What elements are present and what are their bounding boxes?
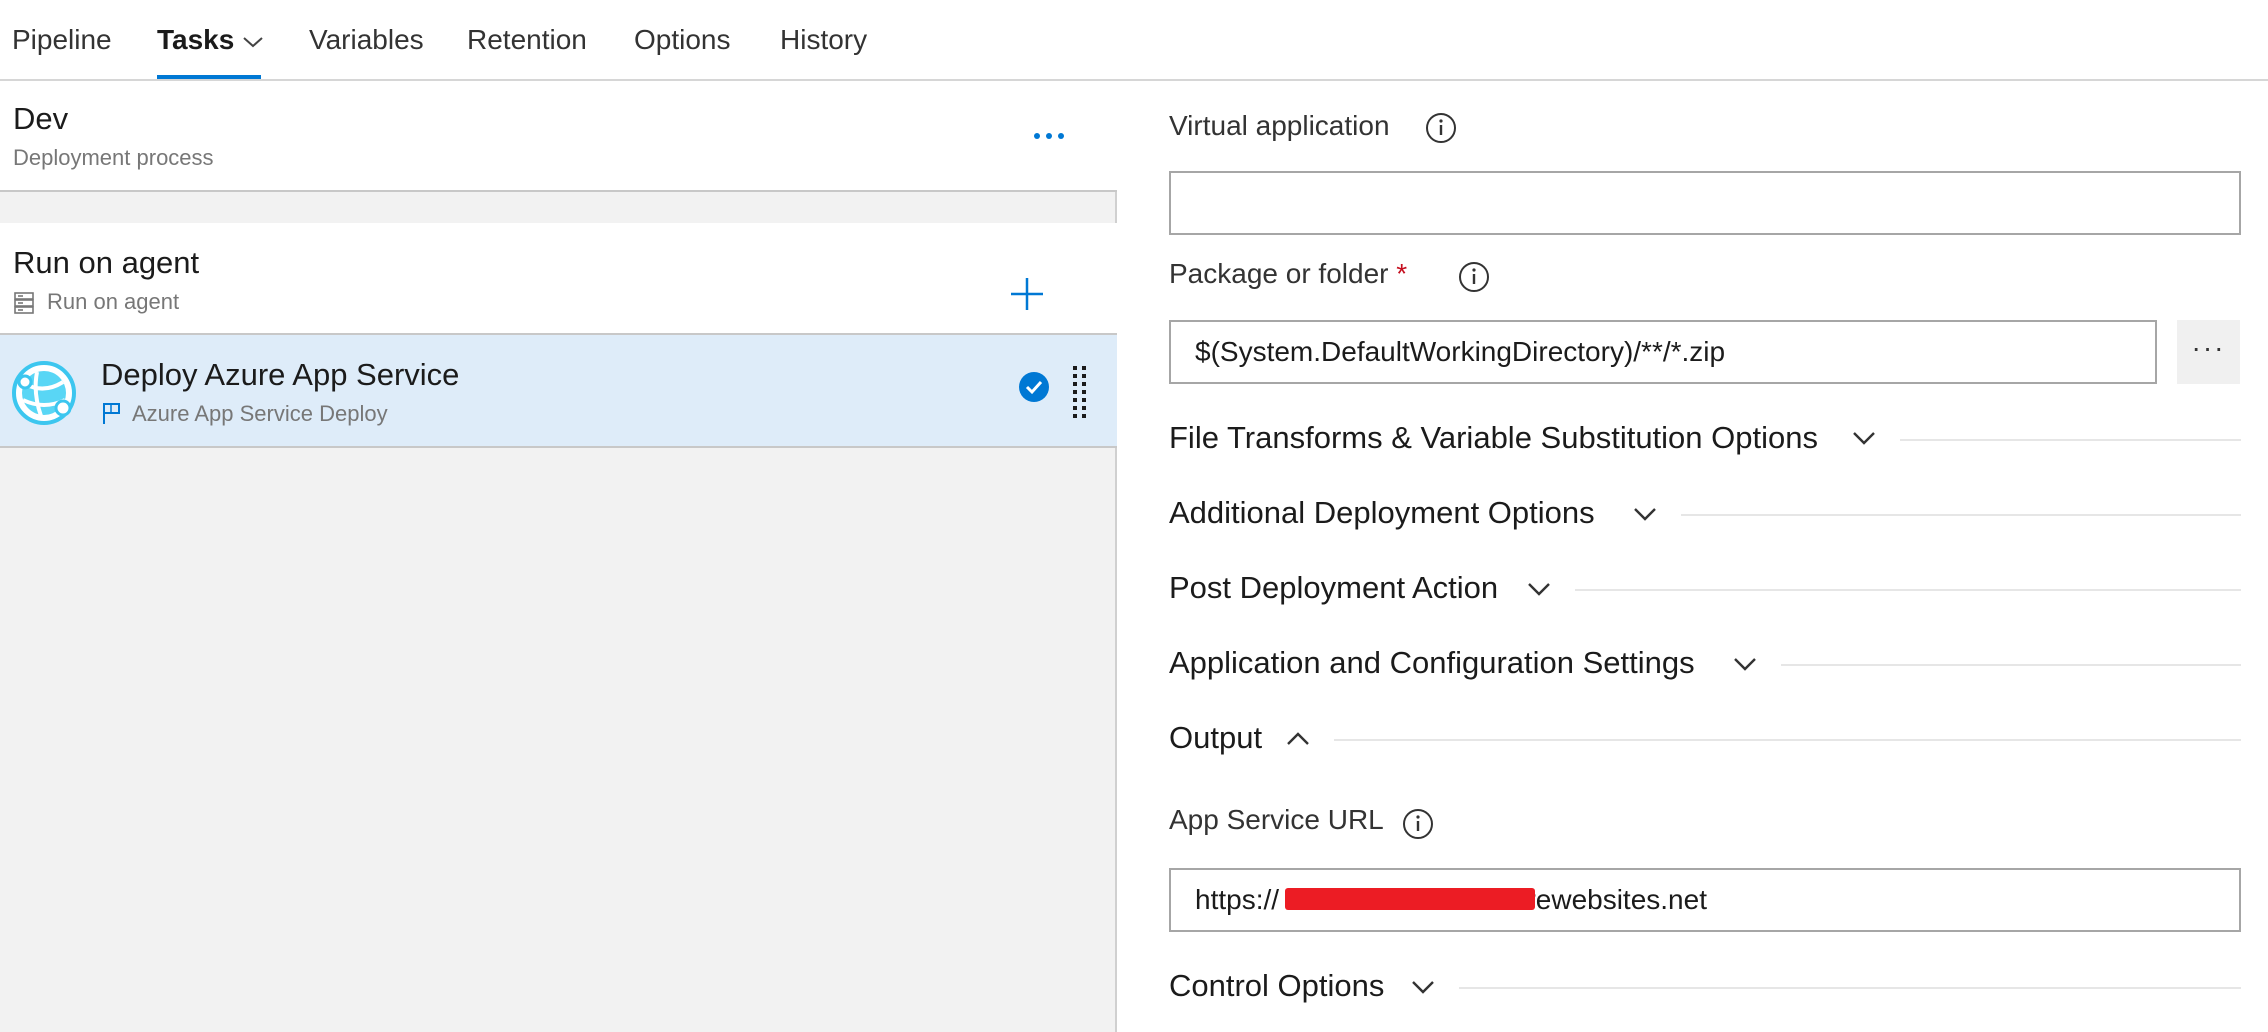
browse-button-label: ··· (2191, 332, 2226, 363)
section-divider (1681, 514, 2241, 516)
virtual-application-input[interactable] (1169, 171, 2241, 235)
info-icon[interactable] (1425, 112, 1457, 144)
top-navigation: Pipeline Tasks Variables Retention Optio… (0, 0, 2268, 81)
task-title: Deploy Azure App Service (101, 357, 460, 392)
tab-variables[interactable]: Variables (309, 22, 424, 58)
more-actions-icon[interactable] (1030, 126, 1070, 146)
chevron-down-icon[interactable] (1411, 979, 1435, 995)
phase-subtitle: Run on agent (47, 289, 180, 314)
task-subtitle: Azure App Service Deploy (132, 401, 388, 426)
agent-phase[interactable]: Run on agent Run on agent (0, 223, 1117, 335)
flag-icon (103, 403, 120, 424)
info-icon[interactable] (1458, 261, 1490, 293)
active-tab-indicator (157, 75, 261, 79)
section-divider (1900, 439, 2241, 441)
app-service-url-label: App Service URL (1169, 804, 1384, 835)
chevron-down-icon[interactable] (1852, 430, 1876, 446)
check-circle-icon (1019, 372, 1049, 402)
virtual-application-label: Virtual application (1169, 110, 1390, 141)
task-deploy-azure-app-service[interactable]: Deploy Azure App Service Azure App Servi… (0, 335, 1117, 448)
section-title: Additional Deployment Options (1169, 495, 1595, 530)
section-divider (1575, 589, 2241, 591)
chevron-down-icon[interactable] (1733, 656, 1757, 672)
tab-options[interactable]: Options (634, 22, 731, 58)
tab-tasks[interactable]: Tasks (157, 22, 264, 58)
section-title: Application and Configuration Settings (1169, 645, 1695, 680)
stage-title: Dev (13, 101, 69, 136)
azure-app-service-icon (12, 361, 76, 425)
package-folder-label-text: Package or folder (1169, 258, 1389, 289)
tab-retention[interactable]: Retention (467, 22, 587, 58)
tab-pipeline[interactable]: Pipeline (12, 22, 112, 58)
redaction-mark (1285, 888, 1535, 910)
package-folder-input[interactable]: $(System.DefaultWorkingDirectory)/**/*.z… (1169, 320, 2157, 384)
section-divider (1781, 664, 2241, 666)
drag-handle-icon[interactable] (1069, 364, 1091, 420)
tab-tasks-label: Tasks (157, 24, 235, 55)
section-title: Post Deployment Action (1169, 570, 1499, 605)
package-folder-label: Package or folder * (1169, 258, 1407, 290)
chevron-down-icon (243, 36, 263, 47)
browse-button[interactable]: ··· (2177, 320, 2240, 384)
required-marker: * (1396, 258, 1408, 289)
section-divider (1459, 987, 2241, 989)
chevron-down-icon[interactable] (1527, 581, 1551, 597)
section-divider (1334, 739, 2241, 741)
process-pane: Dev Deployment process Run on agent Run … (0, 81, 1117, 1032)
server-icon (14, 292, 34, 314)
section-title: File Transforms & Variable Substitution … (1169, 420, 1818, 455)
section-title: Output (1169, 720, 1263, 755)
info-icon[interactable] (1402, 808, 1434, 840)
chevron-down-icon[interactable] (1633, 506, 1657, 522)
stage-subtitle: Deployment process (13, 145, 214, 170)
chevron-up-icon[interactable] (1286, 731, 1310, 747)
add-task-icon[interactable] (1007, 274, 1047, 314)
phase-title: Run on agent (13, 245, 200, 280)
stage-header[interactable]: Dev Deployment process (0, 81, 1117, 192)
tab-history[interactable]: History (780, 22, 867, 58)
section-title: Control Options (1169, 968, 1385, 1003)
